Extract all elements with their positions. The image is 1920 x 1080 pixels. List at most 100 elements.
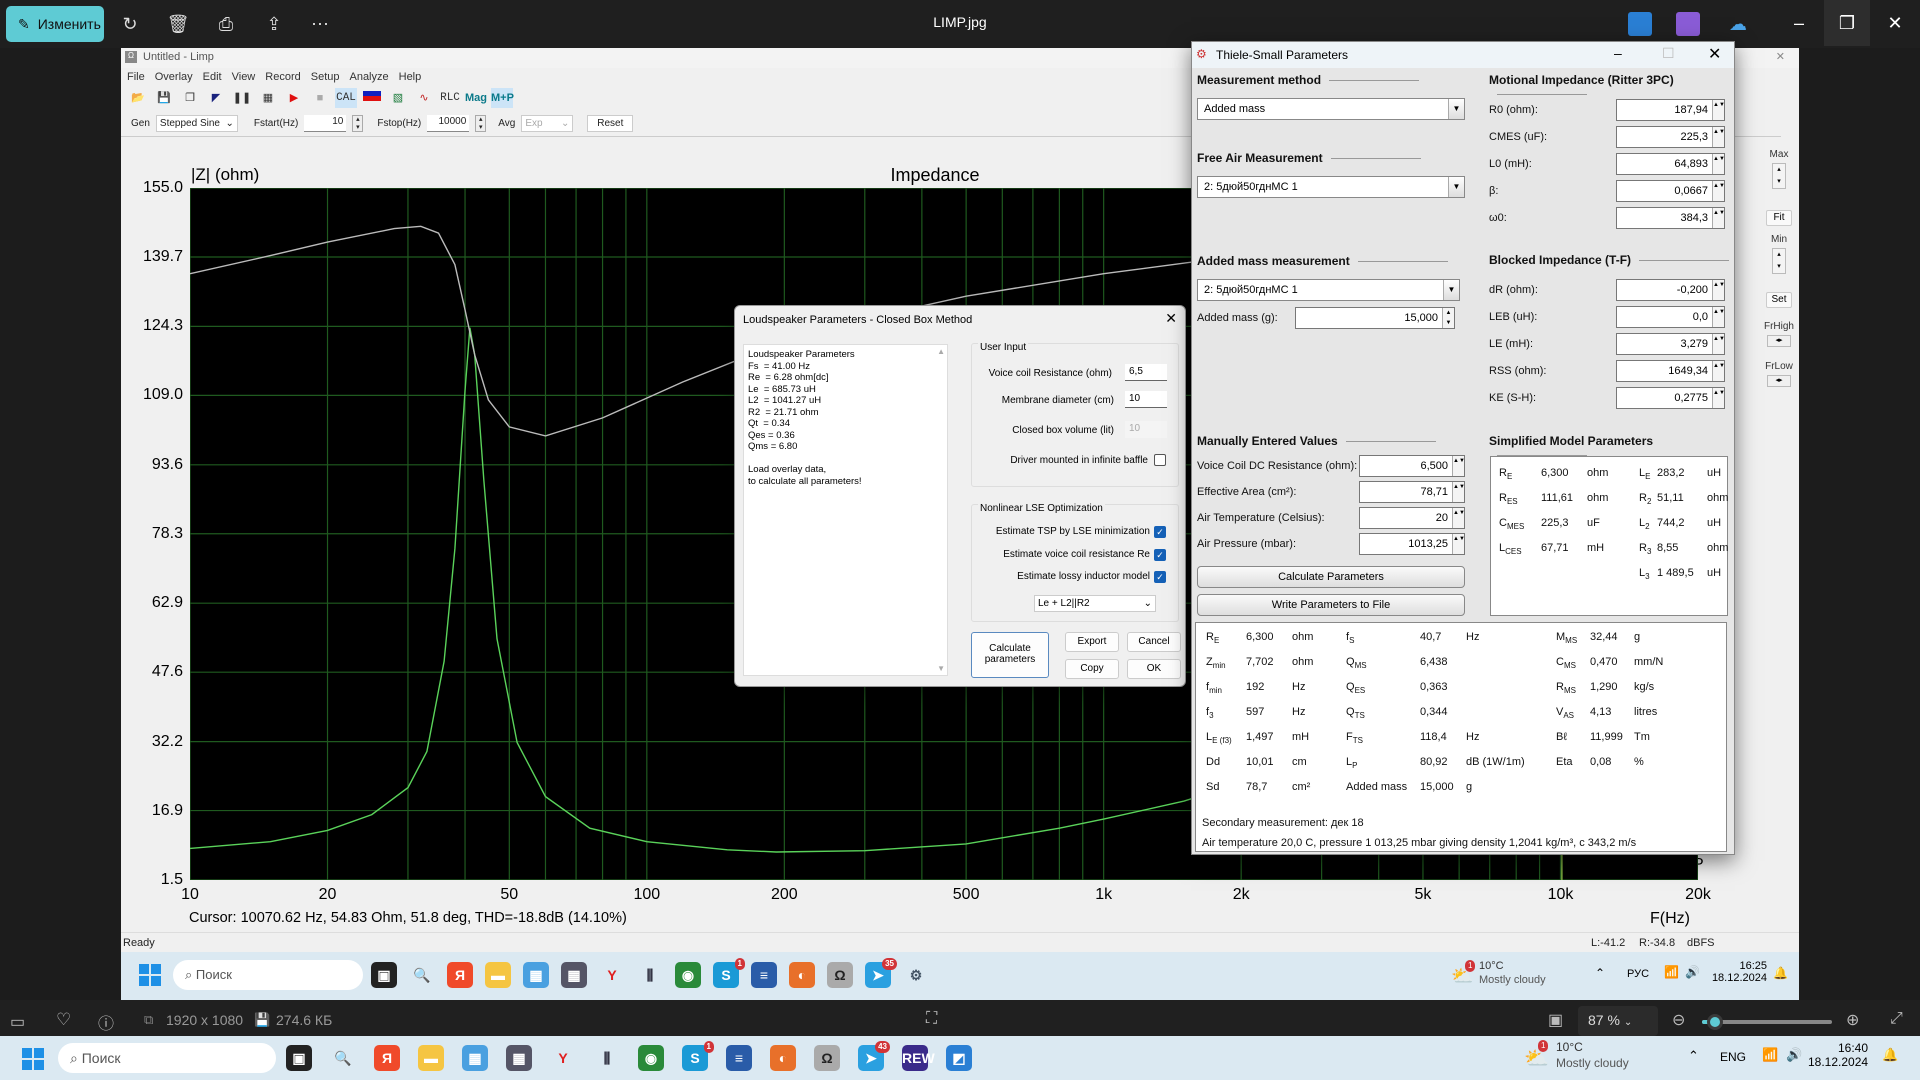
added-mass-input[interactable]: 15,000 ▲ ▼ xyxy=(1295,307,1455,329)
filmstrip-icon[interactable]: ▭ xyxy=(10,1012,25,1032)
chrome-icon[interactable]: ◉ xyxy=(675,962,701,988)
clock[interactable]: 16:40 18.12.2024 xyxy=(1808,1041,1868,1069)
pause-icon[interactable]: ❚❚ xyxy=(231,88,253,108)
vc-resistance-input[interactable]: 6,5 xyxy=(1125,364,1167,381)
manual-input-0[interactable]: 6,500 ▲▼ xyxy=(1359,455,1465,477)
yandex-icon[interactable]: Я xyxy=(374,1045,400,1071)
motional-input-3[interactable]: 0,0667 ▲▼ xyxy=(1616,180,1725,202)
yandex-browser-icon[interactable]: Y xyxy=(550,1045,576,1071)
omega-app-icon[interactable]: Ω xyxy=(814,1045,840,1071)
search-box[interactable]: ⌕ Поиск xyxy=(173,960,363,990)
skype-icon[interactable]: S1 xyxy=(713,958,745,988)
wifi-icon[interactable]: 📶 xyxy=(1664,965,1679,979)
menu-file[interactable]: File xyxy=(127,71,145,86)
zoom-level-select[interactable]: 87 % ⌄ xyxy=(1578,1006,1658,1036)
added-mass-meas-select[interactable]: 2: 5дюй50гднМС 1 ▼ xyxy=(1197,279,1460,301)
manual-input-2[interactable]: 20 ▲▼ xyxy=(1359,507,1465,529)
limp-app-icon[interactable]: 🔍 xyxy=(409,962,435,988)
scroll-up-icon[interactable]: ▲ xyxy=(937,347,945,356)
telegram-icon[interactable]: ➤ 43 xyxy=(858,1041,890,1071)
waveform-icon[interactable]: ∿ xyxy=(413,88,435,108)
spinner-icon[interactable]: ▲▼ xyxy=(1712,388,1725,408)
fullscreen-icon[interactable]: ⤢ xyxy=(1890,1010,1903,1028)
menu-analyze[interactable]: Analyze xyxy=(349,71,388,86)
spinner-icon[interactable]: ▲▼ xyxy=(1712,154,1725,174)
spinner-icon[interactable]: ▲▼ xyxy=(1442,308,1454,328)
spinner-icon[interactable]: ▲▼ xyxy=(1452,534,1465,554)
calculate-parameters-button[interactable]: Calculate parameters xyxy=(971,632,1049,678)
limp-app-icon[interactable]: 🔍 xyxy=(330,1045,356,1071)
avg-select[interactable]: Exp ⌄ xyxy=(521,114,574,132)
omega-app-icon[interactable]: Ω xyxy=(827,962,853,988)
favorite-heart-icon[interactable]: ♡ xyxy=(56,1010,71,1030)
set-button[interactable]: Set xyxy=(1766,292,1792,308)
slope-icon[interactable]: ▧ xyxy=(387,88,409,108)
minimize-button[interactable]: – xyxy=(1776,0,1822,46)
skype-icon[interactable]: S1 xyxy=(682,1041,714,1071)
blocked-input-2[interactable]: 3,279 ▲▼ xyxy=(1616,333,1725,355)
box-volume-input[interactable]: 10 xyxy=(1125,421,1167,438)
opt-lossy-checkbox[interactable]: ✓ xyxy=(1154,571,1166,583)
spinner-icon[interactable]: ▲▼ xyxy=(1712,334,1725,354)
yandex-icon[interactable]: Я xyxy=(447,962,473,988)
ts-calculate-button[interactable]: Calculate Parameters xyxy=(1197,566,1465,588)
spinner-icon[interactable]: ▲▼ xyxy=(1452,508,1465,528)
firefox-icon[interactable]: ◐ xyxy=(770,1045,796,1071)
spinner-icon[interactable]: ▲▼ xyxy=(1712,280,1725,300)
edit-button[interactable]: ✎ Изменить xyxy=(6,6,104,42)
control-panel-icon[interactable]: ▦ xyxy=(462,1045,488,1071)
blocked-input-0[interactable]: -0,200 ▲▼ xyxy=(1616,279,1725,301)
motional-input-2[interactable]: 64,893 ▲▼ xyxy=(1616,153,1725,175)
print-icon[interactable]: ⎙ xyxy=(214,12,238,36)
spinner-icon[interactable]: ▲▼ xyxy=(1712,307,1725,327)
control-panel-icon[interactable]: ▦ xyxy=(523,962,549,988)
motional-input-1[interactable]: 225,3 ▲▼ xyxy=(1616,126,1725,148)
start-icon[interactable] xyxy=(22,1048,44,1070)
spinner-icon[interactable]: ▲▼ xyxy=(1712,100,1725,120)
fit-button[interactable]: Fit xyxy=(1766,210,1792,226)
fstop-spinner[interactable]: ▴ ▾ xyxy=(475,114,487,132)
language-indicator[interactable]: ENG xyxy=(1720,1050,1746,1064)
zoom-slider[interactable] xyxy=(1702,1014,1832,1030)
settings-gear-icon[interactable]: ⚙ xyxy=(903,962,929,988)
export-button[interactable]: Export xyxy=(1065,632,1119,652)
clipchamp-icon[interactable] xyxy=(1676,12,1700,36)
task-view-icon[interactable]: ▣ xyxy=(286,1045,312,1071)
file-explorer-icon[interactable]: ▬ xyxy=(418,1045,444,1071)
notification-bell-icon[interactable]: 🔔 xyxy=(1773,966,1788,980)
mag-button[interactable]: Mag xyxy=(465,88,487,108)
delete-icon[interactable]: 🗑 xyxy=(166,12,190,36)
firefox-icon[interactable]: ◐ xyxy=(789,962,815,988)
blocked-input-1[interactable]: 0,0 ▲▼ xyxy=(1616,306,1725,328)
closed-box-close-icon[interactable]: ✕ xyxy=(1165,310,1177,327)
marker-icon[interactable]: ◤ xyxy=(205,88,227,108)
mag-phase-button[interactable]: M+P xyxy=(491,88,514,108)
motional-input-0[interactable]: 187,94 ▲▼ xyxy=(1616,99,1725,121)
limp-close-icon[interactable]: ✕ xyxy=(1776,50,1785,63)
notification-bell-icon[interactable]: 🔔 xyxy=(1882,1047,1898,1063)
photos-app-icon[interactable]: ◩ xyxy=(946,1045,972,1071)
copy-page-icon[interactable]: ❐ xyxy=(179,88,201,108)
task-view-icon[interactable]: ▣ xyxy=(371,962,397,988)
infinite-baffle-checkbox[interactable] xyxy=(1154,454,1166,466)
min-spinner[interactable]: ▴ ▾ xyxy=(1772,248,1786,274)
frlow-spinner[interactable]: ◂▸ xyxy=(1767,375,1791,387)
zoom-slider-thumb[interactable] xyxy=(1707,1014,1723,1030)
fstart-input[interactable]: 10 xyxy=(304,114,347,132)
spinner-icon[interactable]: ▲▼ xyxy=(1712,181,1725,201)
tray-chevron-icon[interactable]: ⌃ xyxy=(1688,1048,1699,1064)
play-icon[interactable]: ▶ xyxy=(283,88,305,108)
mixer-icon[interactable]: ⫼ xyxy=(637,962,663,988)
copy-button[interactable]: Copy xyxy=(1065,659,1119,679)
yandex-browser-icon[interactable]: Y xyxy=(599,962,625,988)
spinner-icon[interactable]: ▲▼ xyxy=(1712,361,1725,381)
restore-button[interactable]: ❐ xyxy=(1824,0,1870,46)
telegram-icon[interactable]: ➤ 35 xyxy=(865,958,897,988)
spinner-icon[interactable]: ▲▼ xyxy=(1452,482,1465,502)
share-icon[interactable]: ⇪ xyxy=(262,12,286,36)
meas-method-select[interactable]: Added mass ▼ xyxy=(1197,98,1465,120)
reset-button[interactable]: Reset xyxy=(587,114,634,132)
ts-maximize-button[interactable]: ☐ xyxy=(1662,45,1675,62)
max-spinner[interactable]: ▴ ▾ xyxy=(1772,163,1786,189)
ts-minimize-button[interactable]: – xyxy=(1614,45,1622,61)
